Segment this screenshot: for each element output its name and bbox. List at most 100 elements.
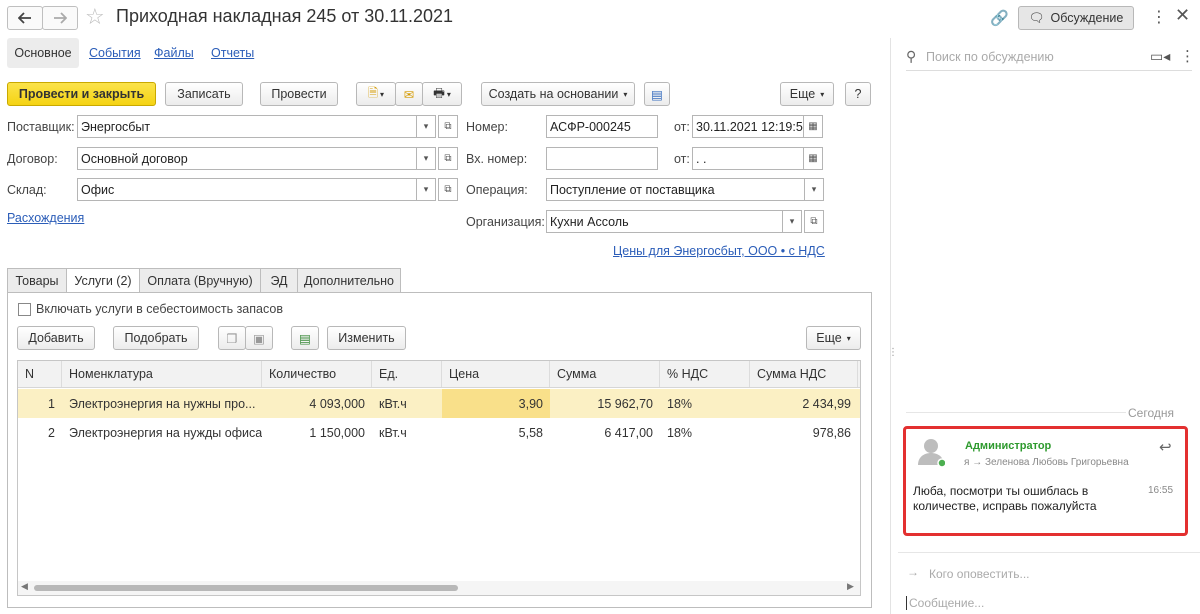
search-icon: ⚲ <box>906 48 917 64</box>
col-price[interactable]: Цена <box>442 361 550 387</box>
tab-main[interactable]: Основное <box>7 38 79 68</box>
org-open-button[interactable]: ⧉ <box>804 210 824 233</box>
in-date-from-label: от: <box>674 152 690 166</box>
message-input[interactable]: Сообщение... <box>906 596 1192 610</box>
table-row[interactable]: 1 Электроэнергия на нужны про... 4 093,0… <box>18 389 860 418</box>
more-vertical-icon[interactable]: ⋮ <box>1180 47 1195 65</box>
calendar-button[interactable]: ▦ <box>803 115 823 138</box>
email-button[interactable]: ✉ <box>395 82 423 106</box>
operation-dropdown-button[interactable]: ▾ <box>804 178 824 201</box>
forward-button[interactable] <box>42 6 78 30</box>
create-based-on-button[interactable]: Создать на основании ▾ <box>481 82 635 106</box>
pick-button[interactable]: Подобрать <box>113 326 199 350</box>
panel-splitter[interactable] <box>890 38 891 614</box>
structure-button[interactable]: ▤ <box>644 82 670 106</box>
services-table[interactable]: N Номенклатура Количество Ед. Цена Сумма… <box>17 360 861 596</box>
scroll-left-icon[interactable]: ◀ <box>21 581 28 592</box>
open-icon: ⧉ <box>444 184 452 195</box>
chevron-down-icon: ▾ <box>623 89 628 99</box>
table-row[interactable]: 2 Электроэнергия на нужды офиса 1 150,00… <box>18 418 860 447</box>
in-number-field[interactable] <box>546 147 658 170</box>
number-field[interactable]: АСФР-000245 <box>546 115 658 138</box>
col-unit[interactable]: Ед. <box>372 361 442 387</box>
open-icon: ⧉ <box>810 216 818 227</box>
col-vat[interactable]: % НДС <box>660 361 750 387</box>
contract-label: Договор: <box>7 152 58 166</box>
scroll-right-icon[interactable]: ▶ <box>847 581 854 592</box>
contract-open-button[interactable]: ⧉ <box>438 147 458 170</box>
discrepancies-link[interactable]: Расхождения <box>7 211 84 225</box>
include-cost-checkbox[interactable] <box>18 303 31 316</box>
splitter-handle-icon[interactable]: ⋮ <box>888 348 898 358</box>
tab-ed[interactable]: ЭД <box>260 268 298 293</box>
in-calendar-button[interactable]: ▦ <box>803 147 823 170</box>
message-time: 16:55 <box>1148 485 1174 496</box>
post-and-close-button[interactable]: Провести и закрыть <box>7 82 156 106</box>
user-avatar-icon <box>918 439 947 468</box>
col-sum[interactable]: Сумма <box>550 361 660 387</box>
supplier-open-button[interactable]: ⧉ <box>438 115 458 138</box>
supplier-label: Поставщик: <box>7 120 75 134</box>
discussion-search[interactable]: ⚲ Поиск по обсуждению ▭◂ ⋮ <box>906 46 1195 71</box>
more-button[interactable]: Еще ▾ <box>780 82 834 106</box>
message-author[interactable]: Администратор <box>965 440 1051 452</box>
scrollbar-thumb[interactable] <box>34 585 458 591</box>
tab-events[interactable]: События <box>89 38 141 68</box>
favorite-star-icon[interactable]: ☆ <box>85 4 105 30</box>
warehouse-dropdown-button[interactable]: ▾ <box>416 178 436 201</box>
horizontal-scrollbar[interactable]: ◀ ▶ <box>18 581 860 595</box>
services-more-button[interactable]: Еще ▾ <box>806 326 861 350</box>
attach-dropdown-button[interactable]: 🗎 ▾ <box>356 82 396 106</box>
tab-payment[interactable]: Оплата (Вручную) <box>139 268 261 293</box>
tab-files[interactable]: Файлы <box>154 38 194 68</box>
copy-button[interactable]: ❐ <box>218 326 246 350</box>
supplier-field[interactable]: Энергосбыт <box>77 115 417 138</box>
col-vat-sum[interactable]: Сумма НДС <box>750 361 858 387</box>
arrow-left-icon <box>18 12 31 24</box>
print-button[interactable]: 🖶 ▾ <box>422 82 462 106</box>
add-button[interactable]: Добавить <box>17 326 95 350</box>
operation-field[interactable]: Поступление от поставщика <box>546 178 805 201</box>
change-button[interactable]: Изменить <box>327 326 406 350</box>
fill-button[interactable]: ▤ <box>291 326 319 350</box>
tab-goods[interactable]: Товары <box>7 268 67 293</box>
more-vertical-icon[interactable]: ⋮ <box>1151 7 1167 27</box>
copy-icon: ❐ <box>226 331 238 346</box>
calendar-icon: ▦ <box>808 153 818 164</box>
number-label: Номер: <box>466 120 508 134</box>
supplier-dropdown-button[interactable]: ▾ <box>416 115 436 138</box>
org-dropdown-button[interactable]: ▾ <box>782 210 802 233</box>
discuss-button[interactable]: 🗨 Обсуждение <box>1018 6 1134 30</box>
contract-dropdown-button[interactable]: ▾ <box>416 147 436 170</box>
help-button[interactable]: ? <box>845 82 871 106</box>
operation-label: Операция: <box>466 183 528 197</box>
save-button[interactable]: Записать <box>165 82 243 106</box>
warehouse-field[interactable]: Офис <box>77 178 417 201</box>
col-n[interactable]: N <box>18 361 62 387</box>
open-icon: ⧉ <box>444 121 452 132</box>
chevron-down-icon: ▾ <box>846 333 851 343</box>
date-from-label: от: <box>674 120 690 134</box>
calendar-icon: ▦ <box>808 121 818 132</box>
warehouse-open-button[interactable]: ⧉ <box>438 178 458 201</box>
date-field[interactable]: 30.11.2021 12:19:55 <box>692 115 804 138</box>
link-icon[interactable]: 🔗 <box>990 9 1009 27</box>
search-input[interactable]: Поиск по обсуждению <box>926 50 1054 64</box>
video-call-icon[interactable]: ▭◂ <box>1150 48 1170 65</box>
org-field[interactable]: Кухни Ассоль <box>546 210 783 233</box>
tab-reports[interactable]: Отчеты <box>211 38 254 68</box>
paste-button[interactable]: ▣ <box>245 326 273 350</box>
tab-additional[interactable]: Дополнительно <box>297 268 401 293</box>
post-button[interactable]: Провести <box>260 82 338 106</box>
open-icon: ⧉ <box>444 153 452 164</box>
contract-field[interactable]: Основной договор <box>77 147 417 170</box>
reply-icon[interactable]: ↩ <box>1159 438 1172 456</box>
prices-link[interactable]: Цены для Энергосбыт, ООО • с НДС <box>613 244 825 258</box>
tab-services[interactable]: Услуги (2) <box>66 268 140 293</box>
col-nomenclature[interactable]: Номенклатура <box>62 361 262 387</box>
col-quantity[interactable]: Количество <box>262 361 372 387</box>
back-button[interactable] <box>7 6 43 30</box>
notify-input[interactable]: Кого оповестить... <box>929 567 1030 581</box>
in-date-field[interactable]: . . <box>692 147 804 170</box>
close-icon[interactable]: ✕ <box>1175 5 1190 26</box>
